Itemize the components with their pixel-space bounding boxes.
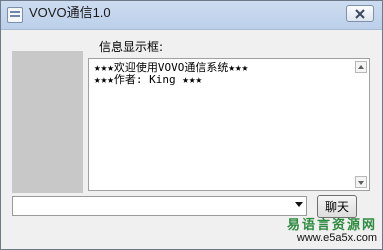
vertical-scrollbar[interactable] (355, 61, 367, 188)
title-bar[interactable]: VOVO通信1.0 (1, 1, 382, 30)
message-display-box[interactable]: ★★★欢迎使用VOVO通信系统★★★ ★★★作者: King ★★★ (88, 58, 370, 191)
scroll-up-icon[interactable] (355, 61, 367, 73)
avatar-panel (12, 51, 83, 193)
app-window: VOVO通信1.0 信息显示框: ★★★欢迎使用VOVO通信系统★★★ ★★★作… (0, 0, 383, 250)
chevron-down-icon[interactable] (295, 202, 303, 207)
watermark-url: www.e5a5x.com (296, 232, 377, 244)
watermark-site-name: 易语言资源网 (286, 218, 377, 233)
app-icon (7, 7, 23, 23)
message-line: ★★★作者: King ★★★ (94, 73, 203, 86)
info-display-label: 信息显示框: (99, 40, 164, 54)
watermark-logo: 易语言资源网 www.e5a5x.com (271, 214, 381, 248)
message-input[interactable] (13, 197, 291, 215)
close-button[interactable] (346, 5, 374, 22)
scroll-down-icon[interactable] (355, 176, 367, 188)
window-title: VOVO通信1.0 (29, 5, 111, 20)
message-input-combo[interactable] (12, 196, 307, 216)
close-icon (355, 9, 365, 19)
